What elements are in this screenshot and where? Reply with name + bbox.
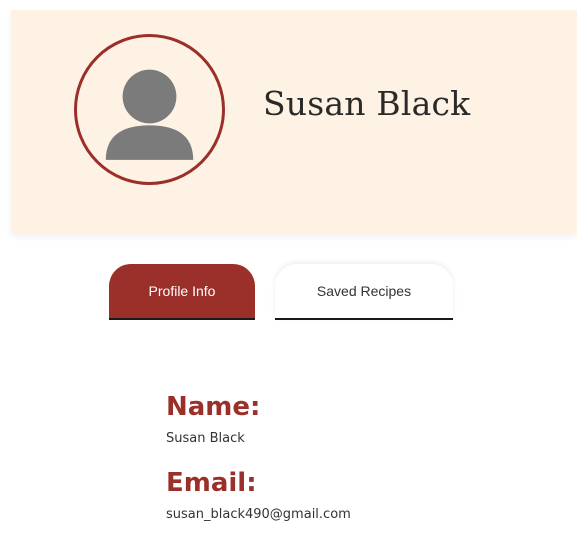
tab-saved-recipes[interactable]: Saved Recipes (275, 264, 453, 320)
profile-name: Susan Black (263, 84, 471, 123)
name-value: Susan Black (166, 431, 245, 446)
email-value: susan_black490@gmail.com (166, 507, 351, 522)
profile-info-section: Name: Susan Black Email: susan_black490@… (166, 390, 351, 524)
avatar (74, 34, 225, 185)
email-heading: Email: (166, 468, 257, 498)
name-heading: Name: (166, 392, 261, 422)
user-silhouette-icon (105, 69, 194, 160)
profile-tabs: Profile Info Saved Recipes (109, 264, 453, 322)
tab-profile-info[interactable]: Profile Info (109, 264, 255, 320)
